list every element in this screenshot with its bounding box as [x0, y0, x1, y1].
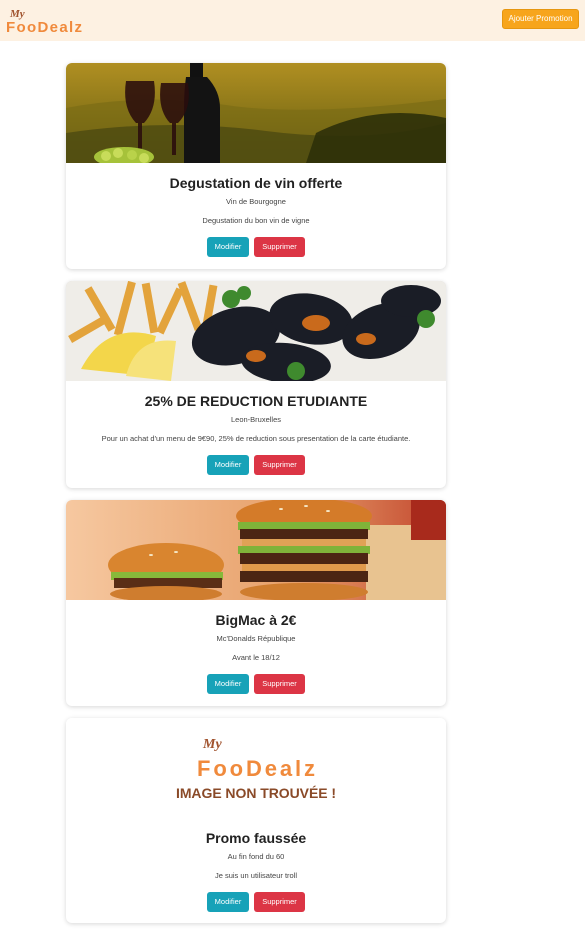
card-title: Promo faussée	[205, 830, 307, 846]
card-subtitle: Leon-Bruxelles	[230, 415, 282, 424]
promotion-card: My FooDealz IMAGE NON TROUVÉE ! Promo fa…	[66, 718, 446, 923]
promotion-card: BigMac à 2€ Mc'Donalds République Avant …	[66, 500, 446, 706]
delete-button[interactable]: Supprimer	[254, 674, 305, 694]
card-description: Je suis un utilisateur troll	[214, 871, 298, 880]
bigmac-burger-image	[66, 500, 446, 600]
promotion-card: Degustation de vin offerte Vin de Bourgo…	[66, 63, 446, 269]
card-description: Pour un achat d'un menu de 9€90, 25% de …	[101, 434, 411, 443]
edit-button[interactable]: Modifier	[207, 892, 249, 912]
card-subtitle: Mc'Donalds République	[216, 634, 296, 643]
image-not-found-placeholder: My FooDealz IMAGE NON TROUVÉE !	[66, 718, 446, 818]
mussels-fries-image	[66, 281, 446, 381]
delete-button[interactable]: Supprimer	[254, 455, 305, 475]
card-title: Degustation de vin offerte	[169, 175, 343, 191]
delete-button[interactable]: Supprimer	[254, 237, 305, 257]
promotion-card: 25% DE REDUCTION ETUDIANTE Leon-Bruxelle…	[66, 281, 446, 488]
placeholder-logo-foodealz: FooDealz	[197, 756, 315, 781]
logo-foodealz: FooDealz	[6, 19, 82, 36]
edit-button[interactable]: Modifier	[207, 237, 249, 257]
card-title: 25% DE REDUCTION ETUDIANTE	[144, 393, 368, 409]
card-subtitle: Vin de Bourgogne	[226, 197, 286, 206]
card-description: Avant le 18/12	[232, 653, 280, 662]
edit-button[interactable]: Modifier	[207, 455, 249, 475]
card-title: BigMac à 2€	[215, 612, 297, 628]
card-subtitle: Au fin fond du 60	[227, 852, 285, 861]
add-promotion-button[interactable]: Ajouter Promotion	[502, 9, 579, 29]
placeholder-not-found-text: IMAGE NON TROUVÉE !	[176, 785, 336, 801]
delete-button[interactable]: Supprimer	[254, 892, 305, 912]
card-description: Degustation du bon vin de vigne	[202, 216, 310, 225]
edit-button[interactable]: Modifier	[207, 674, 249, 694]
placeholder-logo-my: My	[202, 737, 222, 752]
wine-tasting-image	[66, 63, 446, 163]
top-navbar: My FooDealz Ajouter Promotion	[0, 0, 585, 41]
foodealz-logo[interactable]: My FooDealz	[6, 5, 86, 37]
